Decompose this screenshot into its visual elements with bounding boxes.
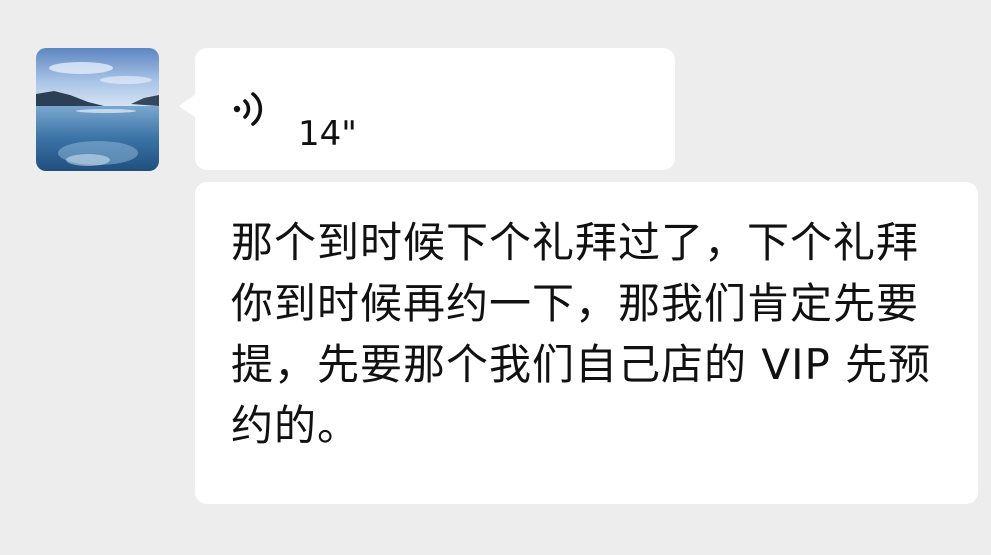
landscape-avatar-image [36,48,159,171]
bubble-tail [179,94,196,118]
voice-message-bubble[interactable]: 14" [179,48,675,170]
avatar[interactable] [36,48,159,171]
voice-wave-icon [229,86,269,132]
voice-duration: 14" [298,114,357,154]
transcription-text: 那个到时候下个礼拜过了，下个礼拜你到时候再约一下，那我们肯定先要提，先要那个我们… [231,218,932,450]
transcription-bubble[interactable]: 那个到时候下个礼拜过了，下个礼拜你到时候再约一下，那我们肯定先要提，先要那个我们… [195,182,978,504]
